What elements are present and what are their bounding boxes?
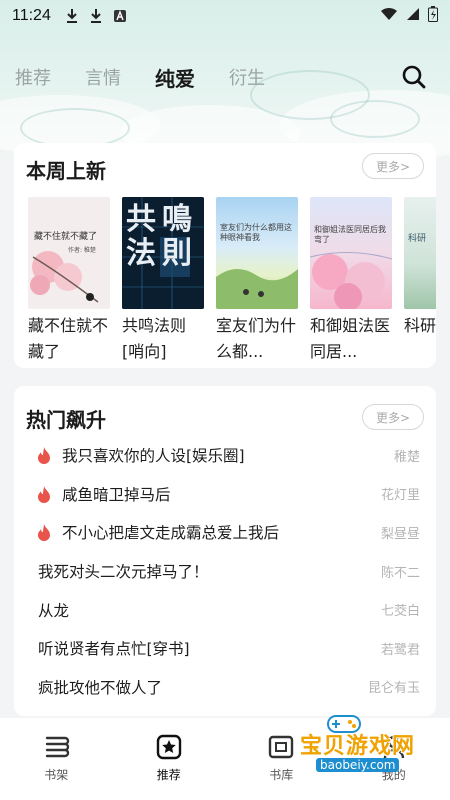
status-bar: 11:24 — [0, 0, 450, 32]
bookshelf-icon — [46, 736, 70, 758]
hot-rising-section: 热门飙升 更多> 我只喜欢你的人设[娱乐圈] 稚楚 咸鱼暗卫掉马后 花灯里 不小… — [14, 386, 436, 716]
book-title: 和御姐法医同居... — [310, 316, 391, 361]
nav-recommend[interactable]: 推荐 — [129, 732, 209, 783]
hot-item-title: 听说贤者有点忙[穿书] — [38, 640, 190, 659]
hot-item-title: 疯批攻他不做人了 — [38, 678, 163, 697]
book-cover: 科研 — [404, 197, 436, 309]
flame-icon — [38, 485, 50, 503]
book-card[interactable]: 共鳴法則 共鸣法则[哨向] — [122, 197, 204, 367]
library-icon — [269, 735, 294, 759]
new-this-week-section: 本周上新 更多> 藏不住就不藏了 作者: 稚楚 藏不住就不藏了 共鳴法則 共鸣法… — [14, 143, 436, 368]
book-card[interactable]: 藏不住就不藏了 作者: 稚楚 藏不住就不藏了 — [28, 197, 110, 367]
hot-item-title: 不小心把虐文走成霸总爱上我后 — [62, 524, 280, 543]
book-card[interactable]: 科研 科研和影... — [404, 197, 436, 367]
book-title: 科研和影... — [404, 316, 436, 335]
download-icon — [65, 8, 79, 24]
star-icon — [156, 734, 181, 760]
hot-item-title: 从龙 — [38, 601, 70, 620]
section-title: 本周上新 — [26, 159, 106, 183]
list-item[interactable]: 听说贤者有点忙[穿书] 若鹭君 — [14, 629, 436, 668]
tab-derivative[interactable]: 衍生 — [229, 64, 265, 90]
cover-title: 共鳴法則 — [126, 202, 198, 271]
hot-item-author: 梨昼昼 — [380, 526, 420, 542]
flame-icon — [38, 524, 50, 542]
hot-item-author: 昆仑有玉 — [367, 681, 420, 697]
cover-title: 科研 — [408, 234, 427, 244]
book-card[interactable]: 室友们为什么都用这种眼神看我 室友们为什么都... — [216, 197, 298, 367]
cover-title: 藏不住就不藏了 — [34, 232, 98, 242]
watermark: 宝贝游戏网 baobeiy.com — [300, 712, 420, 780]
search-icon — [402, 65, 426, 89]
hot-list: 我只喜欢你的人设[娱乐圈] 稚楚 咸鱼暗卫掉马后 花灯里 不小心把虐文走成霸总爱… — [14, 436, 436, 706]
book-title: 室友们为什么都... — [216, 316, 297, 361]
book-cover: 室友们为什么都用这种眼神看我 — [216, 197, 298, 309]
nav-label: 推荐 — [156, 768, 181, 782]
list-item[interactable]: 疯批攻他不做人了 昆仑有玉 — [14, 668, 436, 707]
more-button[interactable]: 更多> — [362, 153, 424, 179]
nav-label: 书架 — [44, 768, 69, 782]
list-item[interactable]: 我只喜欢你的人设[娱乐圈] 稚楚 — [14, 436, 436, 475]
signal-icon — [406, 7, 420, 25]
list-item[interactable]: 从龙 七茭白 — [14, 590, 436, 629]
battery-icon — [428, 6, 438, 26]
book-title: 共鸣法则[哨向] — [122, 316, 187, 361]
hot-item-author: 花灯里 — [380, 488, 420, 504]
cover-title: 和御姐法医同居后我弯了 — [314, 225, 386, 244]
app-notification-icon — [113, 9, 127, 23]
book-cover: 共鳴法則 — [122, 197, 204, 309]
more-button[interactable]: 更多> — [362, 404, 424, 430]
watermark-text: 宝贝游戏网 — [300, 734, 416, 759]
category-tabs: 推荐 言情 纯爱 衍生 — [0, 55, 450, 99]
cover-title: 室友们为什么都用这种眼神看我 — [220, 223, 292, 242]
book-title: 藏不住就不藏了 — [28, 316, 109, 361]
cover-author: 作者: 稚楚 — [68, 247, 96, 254]
search-button[interactable] — [400, 63, 428, 91]
list-item[interactable]: 咸鱼暗卫掉马后 花灯里 — [14, 475, 436, 514]
watermark-url: baobeiy.com — [316, 758, 400, 772]
hot-item-author: 稚楚 — [393, 449, 420, 465]
list-item[interactable]: 不小心把虐文走成霸总爱上我后 梨昼昼 — [14, 513, 436, 552]
list-item[interactable]: 我死对头二次元掉马了！ 陈不二 — [14, 552, 436, 591]
tab-danmei[interactable]: 纯爱 — [155, 63, 195, 92]
wifi-icon — [380, 7, 398, 25]
tab-romance[interactable]: 言情 — [85, 64, 121, 90]
nav-label: 书库 — [269, 768, 294, 782]
tab-recommend[interactable]: 推荐 — [15, 64, 51, 90]
nav-bookshelf[interactable]: 书架 — [16, 732, 96, 783]
book-card[interactable]: 和御姐法医同居后我弯了 和御姐法医同居... — [310, 197, 392, 367]
hot-item-title: 我只喜欢你的人设[娱乐圈] — [62, 447, 245, 466]
book-cover: 藏不住就不藏了 作者: 稚楚 — [28, 197, 110, 309]
status-time: 11:24 — [12, 7, 51, 24]
book-cover: 和御姐法医同居后我弯了 — [310, 197, 392, 309]
hot-item-author: 七茭白 — [380, 604, 420, 620]
hot-item-title: 我死对头二次元掉马了！ — [38, 563, 209, 582]
book-carousel[interactable]: 藏不住就不藏了 作者: 稚楚 藏不住就不藏了 共鳴法則 共鸣法则[哨向] 室友们… — [28, 197, 436, 367]
hot-item-author: 若鹭君 — [380, 642, 420, 658]
section-title: 热门飙升 — [26, 408, 106, 432]
hot-item-author: 陈不二 — [380, 565, 420, 581]
flame-icon — [38, 447, 50, 465]
download-icon — [89, 8, 103, 24]
hot-item-title: 咸鱼暗卫掉马后 — [62, 485, 171, 504]
